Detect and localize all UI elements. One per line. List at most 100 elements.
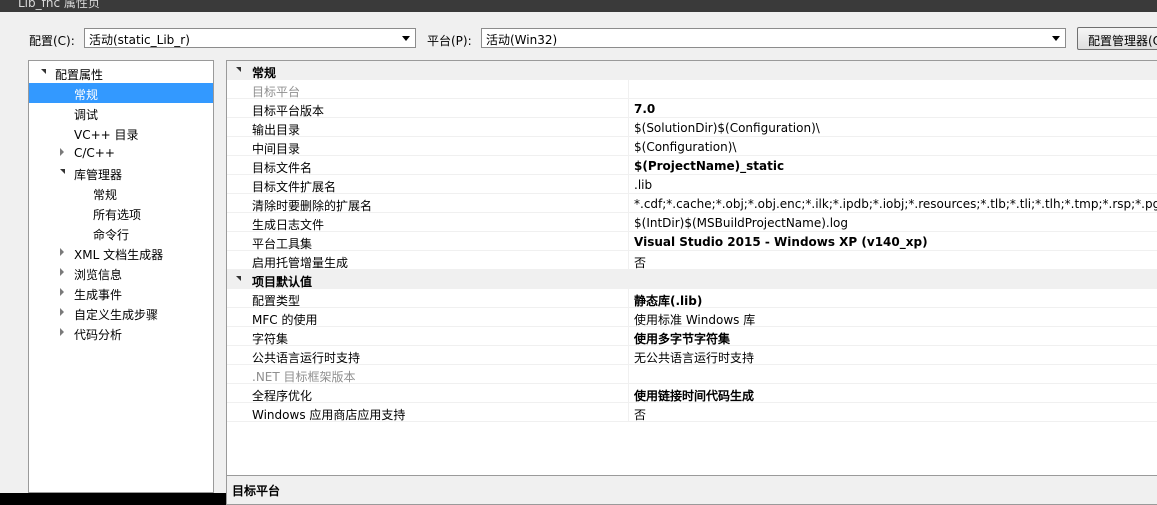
property-value-cell[interactable]: $(Configuration)\	[628, 137, 1157, 155]
config-label: 配置(C):	[29, 34, 75, 48]
expanded-triangle-icon[interactable]	[41, 69, 46, 74]
property-value-cell[interactable]	[628, 80, 1157, 98]
property-row[interactable]: 输出目录 $(SolutionDir)$(Configuration)\	[227, 118, 1157, 137]
tree-item[interactable]: VC++ 目录	[29, 123, 213, 143]
tree-item[interactable]: 所有选项	[29, 203, 213, 223]
property-name: 公共语言运行时支持	[252, 351, 361, 365]
property-value-cell[interactable]: 无公共语言运行时支持	[628, 346, 1157, 365]
property-name: MFC 的使用	[252, 313, 318, 327]
tree-item[interactable]: C/C++	[29, 143, 213, 163]
property-name: 目标文件名	[252, 161, 313, 175]
property-value-cell[interactable]: $(IntDir)$(MSBuildProjectName).log	[628, 213, 1157, 231]
property-row[interactable]: 目标文件名 $(ProjectName)_static	[227, 156, 1157, 175]
property-name: 生成日志文件	[252, 218, 325, 232]
property-row[interactable]: 配置类型 静态库(.lib)	[227, 289, 1157, 308]
tree-item[interactable]: 常规	[29, 83, 213, 103]
expanded-triangle-icon[interactable]	[236, 67, 241, 72]
property-grid[interactable]: 常规 目标平台 目标平台版本 7.0 输出目录 $(SolutionDir)$(Confi…	[226, 60, 1157, 476]
description-title: 目标平台	[232, 484, 281, 498]
property-value-cell[interactable]: 否	[628, 403, 1157, 422]
property-value-cell[interactable]: $(ProjectName)_static	[628, 156, 1157, 174]
expanded-triangle-icon[interactable]	[60, 169, 65, 174]
property-name: 全程序优化	[252, 389, 313, 403]
tree-item-label: 代码分析	[74, 328, 123, 342]
property-value-cell[interactable]: *.cdf;*.cache;*.obj;*.obj.enc;*.ilk;*.ip…	[628, 194, 1157, 212]
property-row[interactable]: Windows 应用商店应用支持 否	[227, 403, 1157, 422]
configuration-bar: 配置(C): 活动(static_Lib_r) 平台(P): 活动(Win32)…	[0, 12, 1157, 56]
platform-dropdown[interactable]: 活动(Win32)	[481, 28, 1066, 48]
config-dropdown-value: 活动(static_Lib_r)	[89, 33, 190, 47]
tree-item[interactable]: 配置属性	[29, 63, 213, 83]
property-row[interactable]: .NET 目标框架版本	[227, 365, 1157, 384]
config-dropdown[interactable]: 活动(static_Lib_r)	[84, 28, 416, 48]
property-name: 清除时要删除的扩展名	[252, 199, 373, 213]
property-value-cell[interactable]: $(SolutionDir)$(Configuration)\	[628, 118, 1157, 136]
property-value: 否	[634, 408, 647, 422]
tree-item-label: 所有选项	[93, 208, 142, 222]
property-value-cell[interactable]: 7.0	[628, 99, 1157, 117]
property-row[interactable]: 公共语言运行时支持 无公共语言运行时支持	[227, 346, 1157, 365]
property-value: 无公共语言运行时支持	[634, 351, 755, 365]
property-row[interactable]: 全程序优化 使用链接时间代码生成	[227, 384, 1157, 403]
property-name: 平台工具集	[252, 237, 313, 251]
tree-item-label: 命令行	[93, 228, 130, 242]
config-manager-label: 配置管理器(O)...	[1088, 34, 1157, 48]
tree-item[interactable]: 调试	[29, 103, 213, 123]
property-row[interactable]: 中间目录 $(Configuration)\	[227, 137, 1157, 156]
property-row[interactable]: MFC 的使用 使用标准 Windows 库	[227, 308, 1157, 327]
property-name: 中间目录	[252, 142, 301, 156]
property-row[interactable]: 清除时要删除的扩展名 *.cdf;*.cache;*.obj;*.obj.enc;…	[227, 194, 1157, 213]
collapsed-triangle-icon[interactable]	[60, 328, 64, 336]
property-row[interactable]: 生成日志文件 $(IntDir)$(MSBuildProjectName).log	[227, 213, 1157, 232]
property-row[interactable]: 目标平台版本 7.0	[227, 99, 1157, 118]
tree-item-label: 自定义生成步骤	[74, 308, 159, 322]
tree-item[interactable]: 库管理器	[29, 163, 213, 183]
property-value-cell[interactable]: 使用标准 Windows 库	[628, 308, 1157, 327]
property-value: 7.0	[634, 102, 656, 116]
property-row[interactable]: 目标文件扩展名 .lib	[227, 175, 1157, 194]
tree-item[interactable]: 常规	[29, 183, 213, 203]
expanded-triangle-icon[interactable]	[236, 276, 241, 281]
property-value-cell[interactable]	[628, 365, 1157, 383]
property-name: 配置类型	[252, 294, 301, 308]
category-row[interactable]: 项目默认值	[227, 270, 1157, 289]
tree-item[interactable]: 浏览信息	[29, 263, 213, 283]
property-name: .NET 目标框架版本	[252, 370, 356, 384]
collapsed-triangle-icon[interactable]	[60, 268, 64, 276]
property-value: 使用标准 Windows 库	[634, 313, 756, 327]
property-value-cell[interactable]: 否	[628, 251, 1157, 270]
window-titlebar: Lib_fnc 属性页	[0, 0, 1157, 12]
property-value: .lib	[634, 178, 653, 192]
property-value: 否	[634, 256, 647, 270]
tree-item[interactable]: XML 文档生成器	[29, 243, 213, 263]
collapsed-triangle-icon[interactable]	[60, 308, 64, 316]
property-row[interactable]: 平台工具集 Visual Studio 2015 - Windows XP (v1…	[227, 232, 1157, 251]
tree-item-label: 常规	[74, 88, 99, 102]
property-value-cell[interactable]: 使用多字节字符集	[628, 327, 1157, 346]
property-value-cell[interactable]: Visual Studio 2015 - Windows XP (v140_xp…	[628, 232, 1157, 250]
tree-item[interactable]: 生成事件	[29, 283, 213, 303]
category-row[interactable]: 常规	[227, 61, 1157, 80]
platform-label: 平台(P):	[427, 34, 472, 48]
tree-item[interactable]: 自定义生成步骤	[29, 303, 213, 323]
category-tree[interactable]: 配置属性 常规 调试 VC++ 目录 C/C++ 库管理器 常规 所有选项 命令行 XML 文档生…	[28, 60, 214, 493]
property-value: 使用多字节字符集	[634, 332, 731, 346]
property-row[interactable]: 目标平台	[227, 80, 1157, 99]
property-value: $(Configuration)\	[634, 140, 737, 154]
property-value-cell[interactable]: .lib	[628, 175, 1157, 193]
property-row[interactable]: 启用托管增量生成 否	[227, 251, 1157, 270]
category-name: 常规	[252, 66, 277, 80]
property-name: 输出目录	[252, 123, 301, 137]
property-value-cell[interactable]: 使用链接时间代码生成	[628, 384, 1157, 403]
tree-item-label: 调试	[74, 108, 99, 122]
collapsed-triangle-icon[interactable]	[60, 248, 64, 256]
collapsed-triangle-icon[interactable]	[60, 148, 64, 156]
tree-item-label: 浏览信息	[74, 268, 123, 282]
tree-item[interactable]: 命令行	[29, 223, 213, 243]
category-name: 项目默认值	[252, 275, 313, 289]
tree-item[interactable]: 代码分析	[29, 323, 213, 343]
collapsed-triangle-icon[interactable]	[60, 288, 64, 296]
config-manager-button[interactable]: 配置管理器(O)...	[1077, 27, 1157, 50]
property-value-cell[interactable]: 静态库(.lib)	[628, 289, 1157, 308]
property-row[interactable]: 字符集 使用多字节字符集	[227, 327, 1157, 346]
